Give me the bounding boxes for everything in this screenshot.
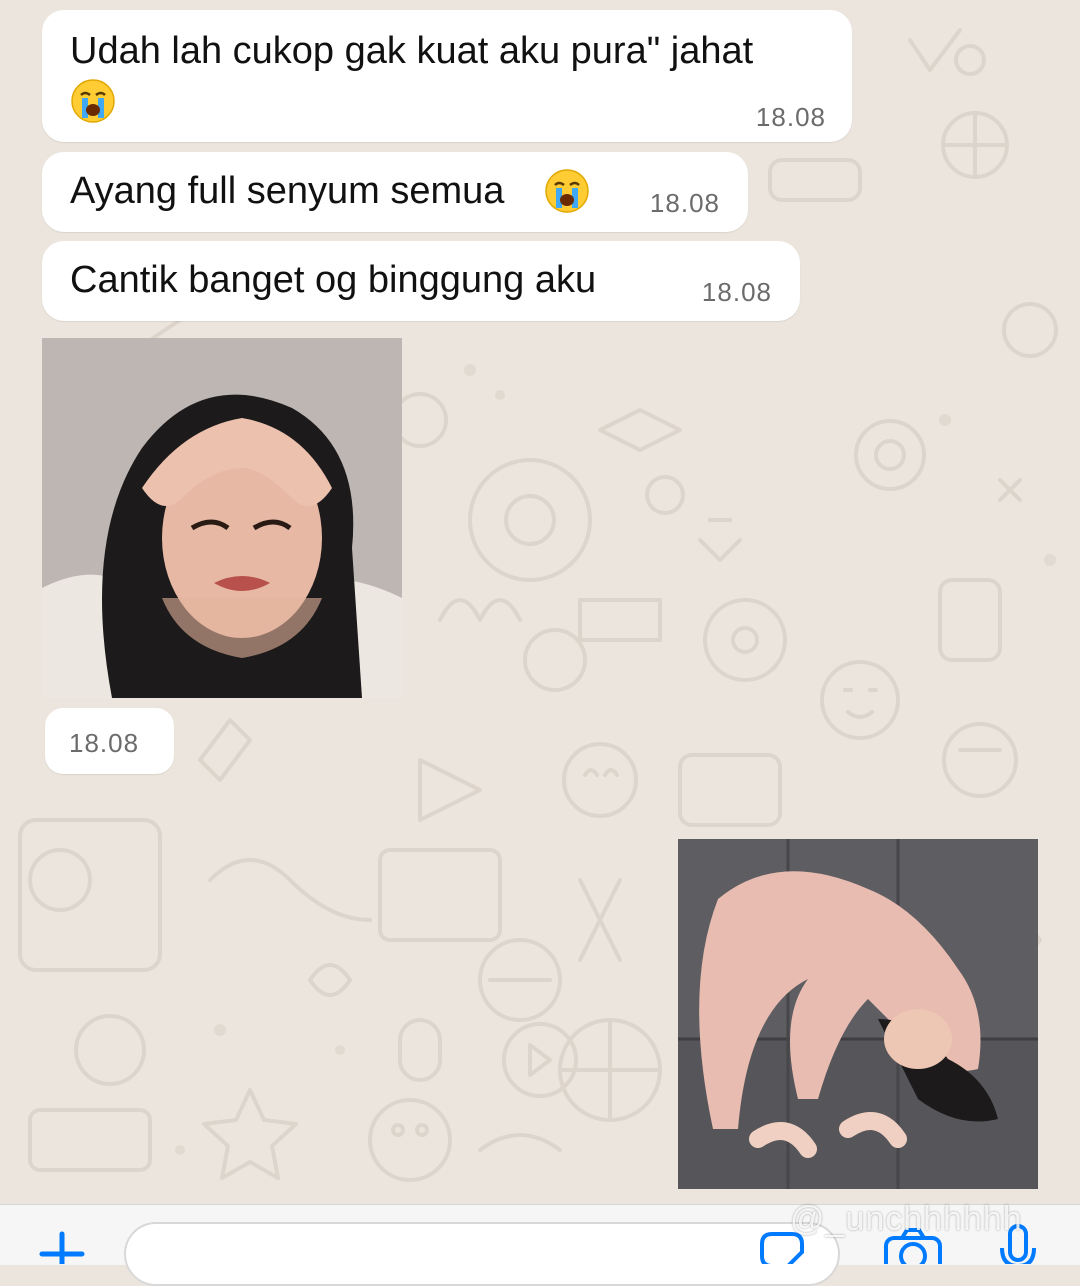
incoming-message-bubble[interactable]: Cantik banget og binggung aku 18.08: [42, 241, 800, 321]
message-time: 18.08: [649, 188, 720, 218]
crying-woman-sticker[interactable]: [42, 338, 402, 698]
message-input[interactable]: [124, 1222, 840, 1286]
message-time: 18.08: [755, 102, 826, 132]
plus-icon[interactable]: [34, 1230, 90, 1264]
message-time: 18.08: [701, 277, 772, 307]
message-text: Udah lah cukop gak kuat aku pura" jahat: [70, 30, 754, 72]
sticker-time-bubble: 18.08: [45, 708, 174, 774]
incoming-message-bubble[interactable]: Udah lah cukop gak kuat aku pura" jahat …: [42, 10, 852, 142]
message-text: Cantik banget og binggung aku: [70, 259, 597, 301]
tiktok-watermark: @_unchhhhhh: [790, 1200, 1023, 1238]
toddler-sticker[interactable]: [678, 839, 1038, 1189]
loudly-crying-face-icon: [71, 79, 115, 123]
toddler-image: [678, 839, 1038, 1189]
message-text: Ayang full senyum semua: [70, 170, 505, 212]
incoming-message-bubble[interactable]: Ayang full senyum semua 18.08: [42, 152, 748, 232]
message-time: 18.08: [69, 728, 140, 758]
loudly-crying-face-icon: [545, 169, 589, 213]
crying-woman-image: [42, 338, 402, 698]
